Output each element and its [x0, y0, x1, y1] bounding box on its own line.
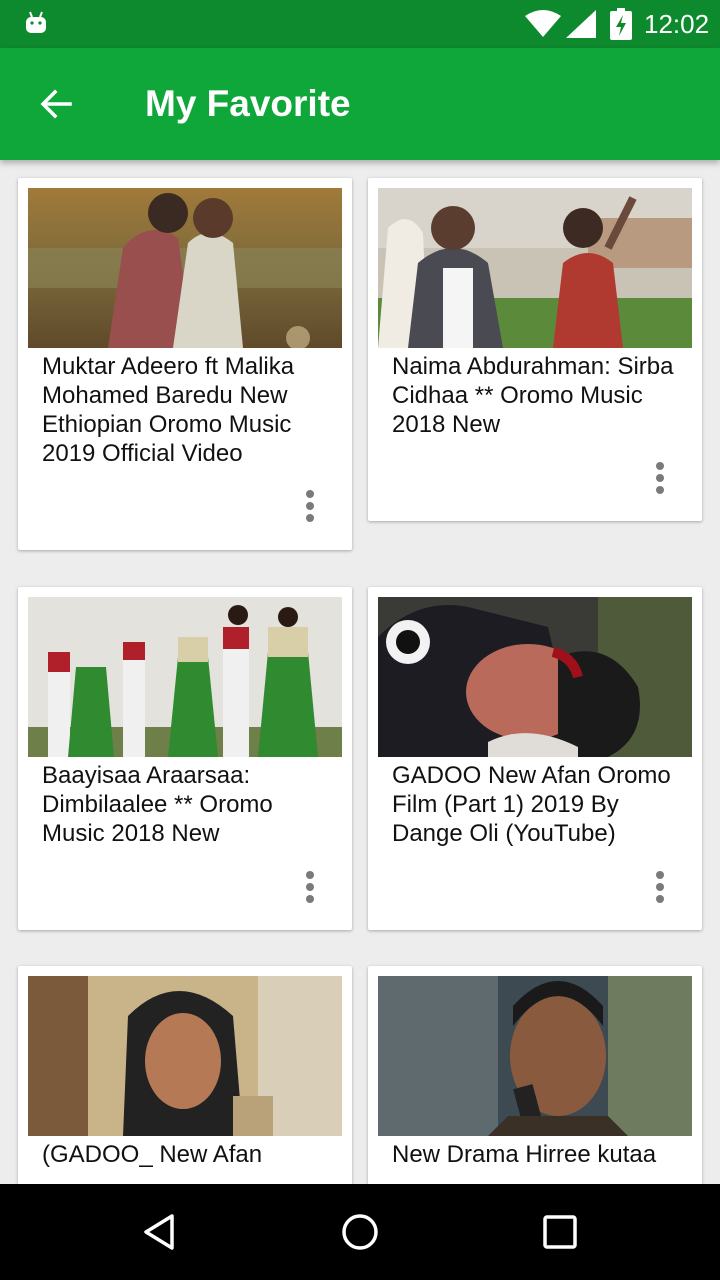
video-thumbnail[interactable]	[378, 188, 692, 348]
video-thumbnail[interactable]	[28, 597, 342, 757]
video-title[interactable]: New Drama Hirree kutaa	[392, 1140, 682, 1169]
wifi-icon	[525, 10, 561, 37]
more-options-button[interactable]	[298, 486, 322, 526]
android-icon	[26, 11, 46, 33]
battery-charging-icon	[610, 8, 632, 40]
more-options-button[interactable]	[648, 867, 672, 907]
favorites-grid[interactable]: Muktar Adeero ft Malika Mohamed Baredu N…	[0, 160, 720, 1184]
video-card[interactable]: Muktar Adeero ft Malika Mohamed Baredu N…	[18, 178, 352, 550]
video-card[interactable]: Baayisaa Araarsaa: Dimbilaalee ** Oromo …	[18, 587, 352, 930]
back-triangle-icon	[144, 1214, 174, 1250]
video-thumbnail[interactable]	[378, 976, 692, 1136]
recents-square-icon	[543, 1215, 577, 1249]
video-title[interactable]: Muktar Adeero ft Malika Mohamed Baredu N…	[42, 352, 332, 468]
video-title[interactable]: GADOO New Afan Oromo Film (Part 1) 2019 …	[392, 761, 682, 848]
more-vert-icon	[306, 871, 314, 879]
status-bar: 12:02	[0, 0, 720, 48]
video-card[interactable]: New Drama Hirree kutaa	[368, 966, 702, 1184]
more-vert-icon	[656, 462, 664, 470]
video-thumbnail[interactable]	[28, 976, 342, 1136]
more-vert-icon	[306, 490, 314, 498]
back-button[interactable]	[24, 80, 88, 128]
video-card[interactable]: (GADOO_ New Afan	[18, 966, 352, 1184]
app-bar: My Favorite	[0, 48, 720, 160]
nav-back-button[interactable]	[136, 1208, 184, 1256]
video-card[interactable]: GADOO New Afan Oromo Film (Part 1) 2019 …	[368, 587, 702, 930]
signal-icon	[566, 10, 596, 38]
page-title: My Favorite	[145, 83, 351, 124]
more-options-button[interactable]	[648, 458, 672, 498]
more-vert-icon	[656, 871, 664, 879]
video-thumbnail[interactable]	[28, 188, 342, 348]
video-title[interactable]: Baayisaa Araarsaa: Dimbilaalee ** Oromo …	[42, 761, 332, 848]
clock: 12:02	[644, 9, 710, 39]
nav-home-button[interactable]	[336, 1208, 384, 1256]
video-title[interactable]: (GADOO_ New Afan	[42, 1140, 332, 1169]
video-card[interactable]: Naima Abdurahman: Sirba Cidhaa ** Oromo …	[368, 178, 702, 521]
video-title[interactable]: Naima Abdurahman: Sirba Cidhaa ** Oromo …	[392, 352, 682, 439]
home-circle-icon	[342, 1214, 378, 1250]
more-options-button[interactable]	[298, 867, 322, 907]
video-thumbnail[interactable]	[378, 597, 692, 757]
arrow-left-icon	[40, 89, 72, 119]
navigation-bar	[0, 1184, 720, 1280]
nav-recents-button[interactable]	[536, 1208, 584, 1256]
